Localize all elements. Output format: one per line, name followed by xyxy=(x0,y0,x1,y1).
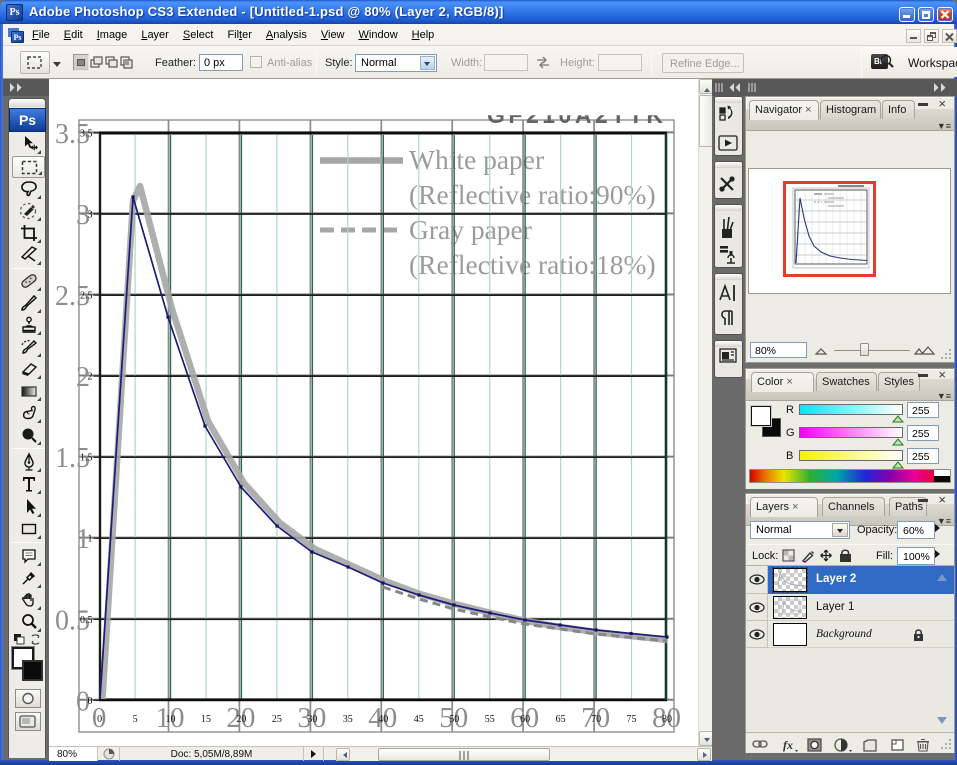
svg-text:GF210A2TTK: GF210A2TTK xyxy=(487,102,666,128)
svg-text:(Reflective ratio:18%): (Reflective ratio:18%) xyxy=(409,249,656,280)
svg-text:45: 45 xyxy=(414,714,424,725)
svg-text:0: 0 xyxy=(88,696,93,707)
svg-text:White paper: White paper xyxy=(409,144,544,175)
svg-text:70: 70 xyxy=(591,714,601,725)
svg-text:3: 3 xyxy=(88,210,93,221)
svg-text:3.5: 3.5 xyxy=(80,129,93,140)
svg-text:60: 60 xyxy=(520,714,530,725)
svg-text:55: 55 xyxy=(485,714,495,725)
svg-text:(Reflective ratio:90%): (Reflective ratio:90%) xyxy=(409,179,656,210)
svg-text:1.5: 1.5 xyxy=(80,453,93,464)
svg-text:50: 50 xyxy=(449,714,459,725)
svg-text:Gray paper: Gray paper xyxy=(409,214,532,245)
svg-text:65: 65 xyxy=(556,714,566,725)
svg-text:0.5: 0.5 xyxy=(80,615,93,626)
svg-text:1: 1 xyxy=(88,534,93,545)
svg-text:2: 2 xyxy=(88,372,93,383)
svg-text:25: 25 xyxy=(272,714,282,725)
svg-text:35: 35 xyxy=(343,714,353,725)
svg-text:75: 75 xyxy=(627,714,637,725)
svg-text:10: 10 xyxy=(166,714,176,725)
svg-text:30: 30 xyxy=(307,714,317,725)
svg-text:80: 80 xyxy=(662,714,672,725)
svg-text:5: 5 xyxy=(133,714,138,725)
svg-text:40: 40 xyxy=(378,714,388,725)
svg-text:fx: fx xyxy=(783,738,793,752)
svg-text:2.5: 2.5 xyxy=(80,291,93,302)
svg-text:15: 15 xyxy=(201,714,211,725)
svg-text:20: 20 xyxy=(236,714,246,725)
svg-text:0: 0 xyxy=(97,714,102,725)
